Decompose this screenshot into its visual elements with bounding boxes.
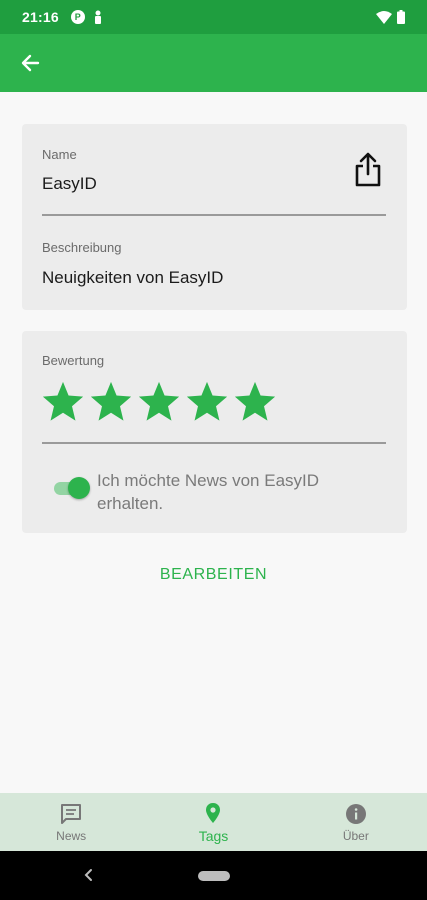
rating-divider xyxy=(42,442,386,444)
star-icon[interactable] xyxy=(232,379,278,425)
system-home-button[interactable] xyxy=(198,871,230,881)
status-left-icons: P xyxy=(70,10,103,24)
star-icon[interactable] xyxy=(40,379,86,425)
nav-item-news[interactable]: News xyxy=(0,793,142,851)
back-button[interactable] xyxy=(18,51,42,75)
parking-icon: P xyxy=(70,10,85,24)
location-pin-icon xyxy=(206,802,221,823)
nav-label-about: Über xyxy=(342,828,369,843)
status-right-icons xyxy=(376,10,405,24)
toggle-thumb xyxy=(68,477,90,499)
person-icon xyxy=(94,10,101,24)
nav-label-news: News xyxy=(56,828,87,843)
star-icon[interactable] xyxy=(136,379,182,425)
nav-item-about[interactable]: Über xyxy=(285,793,427,851)
news-subscription-label: Ich möchte News von EasyID erhalten. xyxy=(97,471,320,513)
name-divider xyxy=(42,214,386,216)
bottom-navigation: News Tags Über xyxy=(0,793,427,851)
status-time: 21:16 xyxy=(22,9,59,25)
name-label: Name xyxy=(42,147,77,162)
details-card: Name EasyID Beschreibung Neuigkeiten von… xyxy=(22,124,407,310)
system-back-icon[interactable] xyxy=(80,865,96,885)
system-navigation-bar xyxy=(0,851,427,900)
rating-card: Bewertung Ich möchte News von EasyID erh… xyxy=(22,331,407,533)
edit-button[interactable]: BEARBEITEN xyxy=(0,566,427,584)
wifi-icon xyxy=(376,10,392,24)
battery-icon xyxy=(397,10,405,24)
status-bar: 21:16 P xyxy=(0,0,427,34)
rating-label: Bewertung xyxy=(42,353,105,368)
share-icon xyxy=(355,152,381,187)
name-value: EasyID xyxy=(42,174,97,193)
rating-stars[interactable] xyxy=(40,379,278,425)
star-icon[interactable] xyxy=(184,379,230,425)
nav-item-tags[interactable]: Tags xyxy=(142,793,284,851)
share-button[interactable] xyxy=(353,152,383,188)
news-subscription-toggle[interactable] xyxy=(52,477,90,499)
info-icon xyxy=(345,803,366,824)
arrow-back-icon xyxy=(21,54,40,72)
star-icon[interactable] xyxy=(88,379,134,425)
description-value: Neuigkeiten von EasyID xyxy=(42,268,224,287)
nav-label-tags: Tags xyxy=(198,827,229,844)
app-bar xyxy=(0,34,427,92)
description-label: Beschreibung xyxy=(42,240,122,255)
news-icon xyxy=(61,803,82,824)
